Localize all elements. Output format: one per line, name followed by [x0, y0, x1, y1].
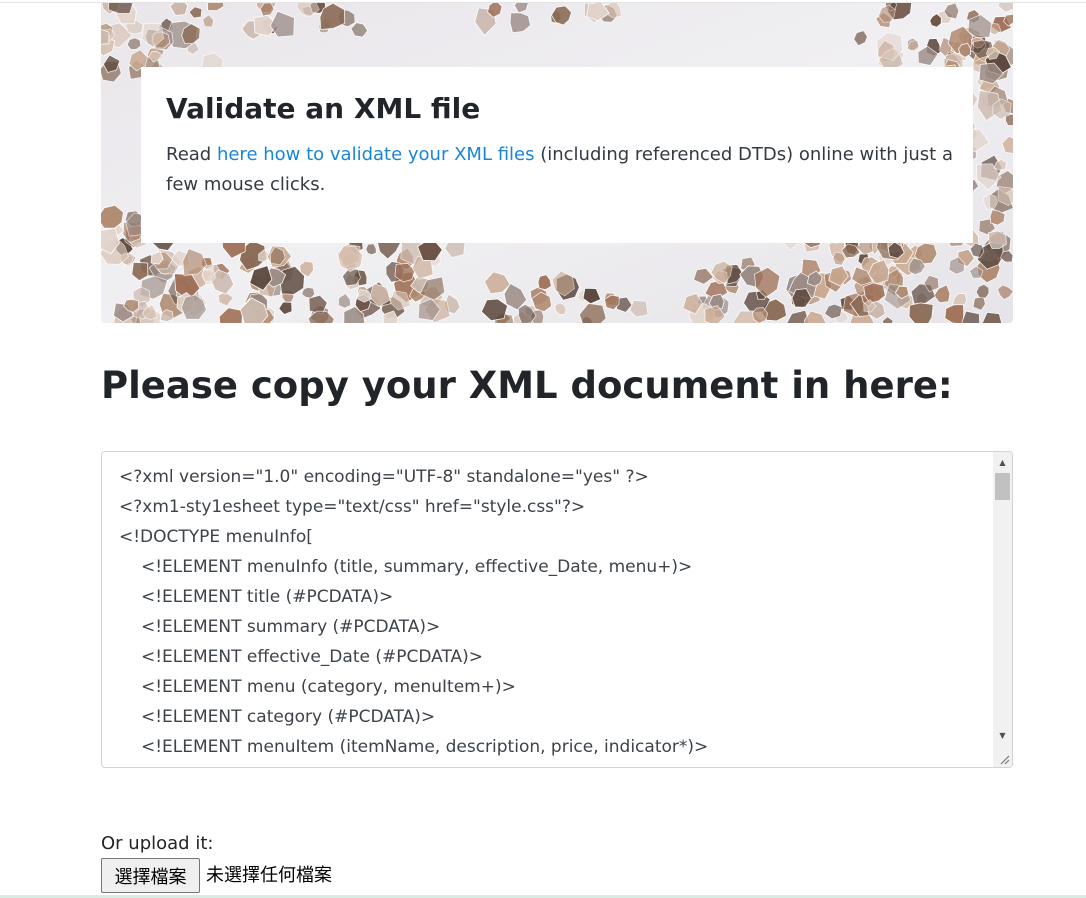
mosaic-tile — [908, 302, 934, 323]
resize-grip-icon[interactable] — [993, 748, 1012, 767]
xml-code-content[interactable]: <?xml version="1.0" encoding="UTF-8" sta… — [119, 462, 708, 762]
hero-banner: Validate an XML file Read here how to va… — [101, 3, 1013, 323]
hero-card: Validate an XML file Read here how to va… — [141, 67, 973, 243]
file-status-text: 未選擇任何檔案 — [206, 865, 332, 886]
code-line: <!ELEMENT category (#PCDATA)> — [141, 707, 436, 727]
page-heading: Please copy your XML document in here: — [101, 364, 953, 407]
code-line: <!ELEMENT title (#PCDATA)> — [141, 587, 394, 607]
code-line: <?xml version="1.0" encoding="UTF-8" sta… — [119, 467, 649, 487]
code-line: <!ELEMENT effective_Date (#PCDATA)> — [141, 647, 484, 667]
mosaic-tile — [988, 230, 1007, 250]
code-line: <!ELEMENT menuInfo (title, summary, effe… — [141, 557, 693, 577]
mosaic-tile — [944, 304, 965, 323]
scroll-up-arrow-icon[interactable]: ▲ — [993, 454, 1012, 471]
scroll-down-arrow-icon[interactable]: ▼ — [993, 727, 1012, 744]
scrollbar-thumb[interactable] — [995, 473, 1010, 500]
hero-text-before: Read — [166, 144, 217, 165]
code-line: <!ELEMENT menu (category, menuItem+)> — [141, 677, 516, 697]
page: Validate an XML file Read here how to va… — [0, 0, 1086, 898]
code-line: <?xm1-sty1esheet type="text/css" href="s… — [119, 497, 586, 517]
code-line: <!ELEMENT summary (#PCDATA)> — [141, 617, 441, 637]
xml-input-textarea[interactable]: <?xml version="1.0" encoding="UTF-8" sta… — [101, 451, 1013, 768]
hero-description: Read here how to validate your XML files… — [166, 140, 956, 200]
hero-title: Validate an XML file — [166, 92, 481, 125]
validate-howto-link[interactable]: here how to validate your XML files — [217, 144, 535, 165]
code-line: <!ELEMENT menuItem (itemName, descriptio… — [141, 737, 709, 757]
mosaic-tile — [365, 243, 377, 256]
textarea-scrollbar[interactable]: ▲ ▼ — [993, 452, 1012, 767]
upload-label: Or upload it: — [101, 833, 214, 854]
choose-file-button[interactable]: 選擇檔案 — [101, 858, 200, 893]
code-line: <!DOCTYPE menuInfo[ — [119, 527, 313, 547]
